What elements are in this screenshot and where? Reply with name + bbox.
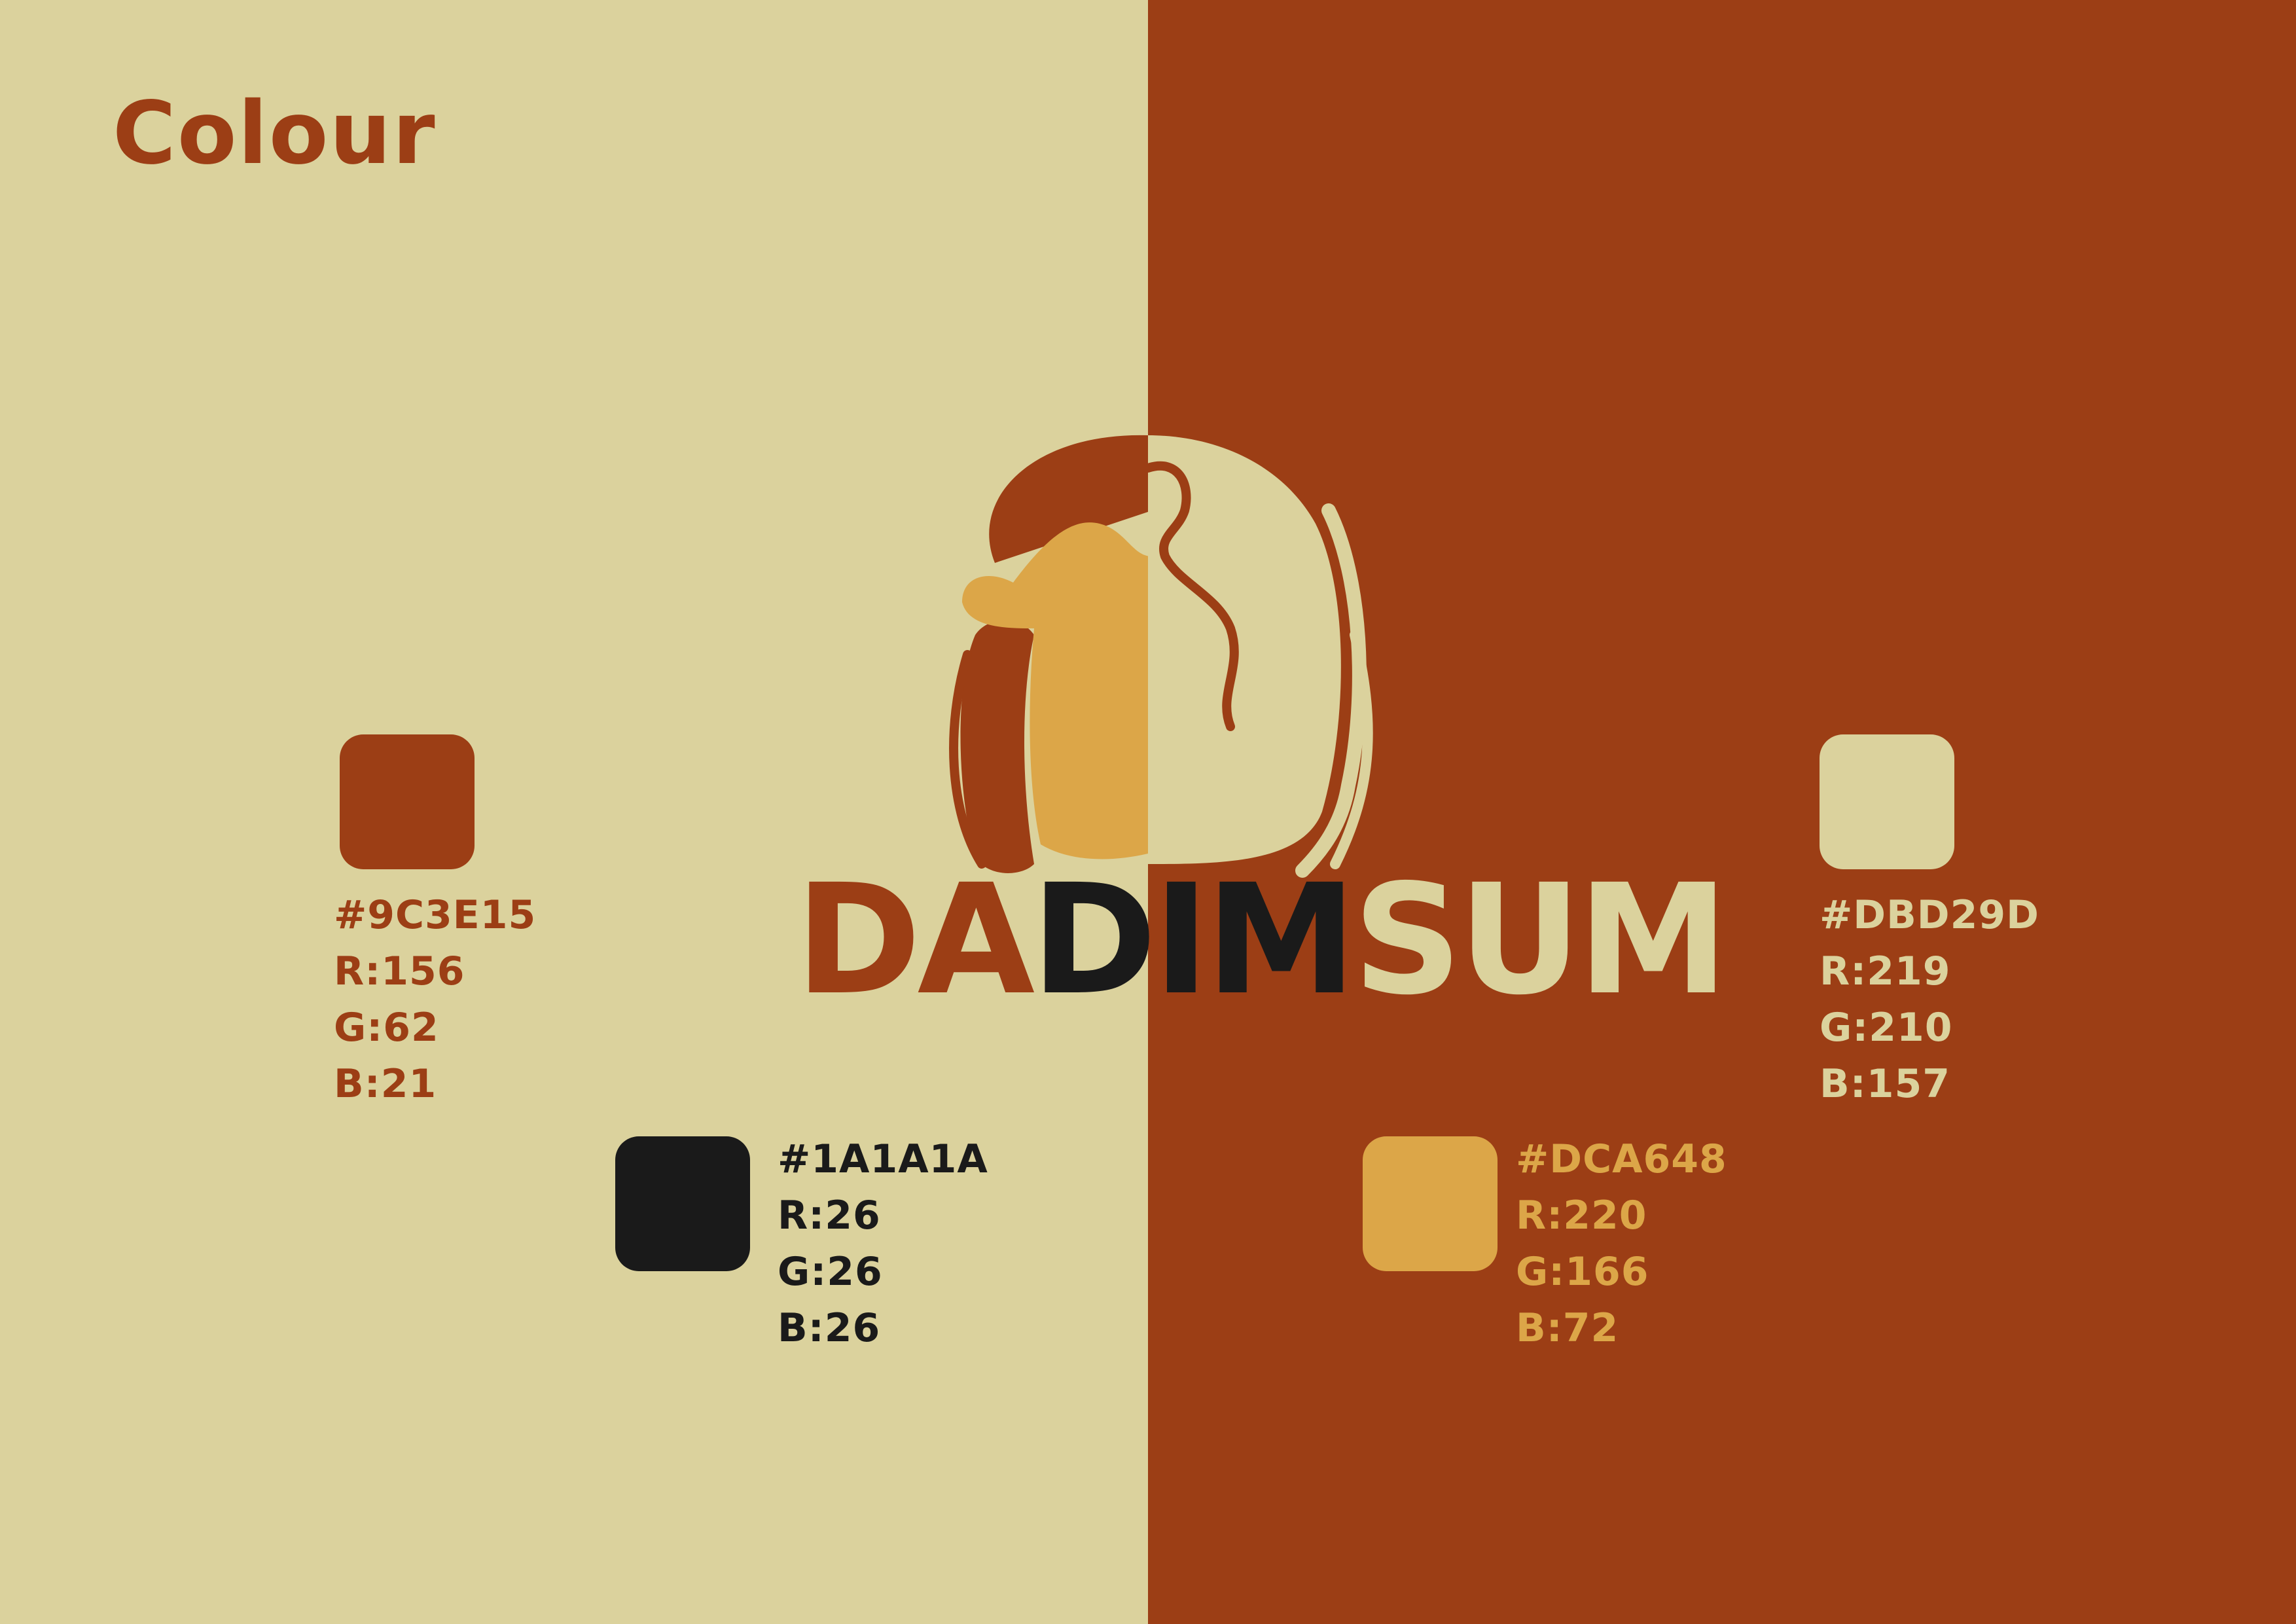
blue-value: B:21 <box>334 1061 437 1107</box>
green-value: G:26 <box>778 1249 883 1295</box>
red-value: R:220 <box>1516 1193 1647 1238</box>
swatch-black-values: #1A1A1A R:26 G:26 B:26 <box>778 1131 988 1356</box>
hex-code: #DCA648 <box>1516 1136 1727 1182</box>
swatch-cream <box>1820 734 1954 869</box>
hex-code: #DBD29D <box>1820 892 2039 938</box>
swatch-rust-values: #9C3E15 R:156 G:62 B:21 <box>334 887 536 1112</box>
red-value: R:156 <box>334 948 465 994</box>
wordmark-part-da: DA <box>795 852 1035 1028</box>
page-title: Colour <box>113 83 437 184</box>
swatch-mustard <box>1363 1136 1498 1271</box>
hex-code: #9C3E15 <box>334 892 537 938</box>
green-value: G:210 <box>1820 1005 1953 1051</box>
wordmark-part-sum: SUM <box>1352 852 1729 1028</box>
wordmark-part-m: M <box>1206 852 1357 1028</box>
swatch-cream-values: #DBD29D R:219 G:210 B:157 <box>1820 887 2039 1112</box>
swatch-mustard-values: #DCA648 R:220 G:166 B:72 <box>1516 1131 1727 1356</box>
blue-value: B:72 <box>1516 1305 1619 1351</box>
green-value: G:62 <box>334 1005 439 1051</box>
blue-value: B:26 <box>778 1305 881 1351</box>
blue-value: B:157 <box>1820 1061 1950 1107</box>
hex-code: #1A1A1A <box>778 1136 988 1182</box>
swatch-black <box>615 1136 750 1271</box>
wordmark-part-di: DI <box>1031 852 1210 1028</box>
green-value: G:166 <box>1516 1249 1649 1295</box>
colour-palette-page: Colour DADIMSUM #9C3E15 R:156 G:62 B:21 <box>0 0 2296 1624</box>
red-value: R:219 <box>1820 948 1951 994</box>
red-value: R:26 <box>778 1193 881 1238</box>
logo-wordmark: DADIMSUM <box>795 852 1729 1028</box>
swatch-rust <box>340 734 475 869</box>
